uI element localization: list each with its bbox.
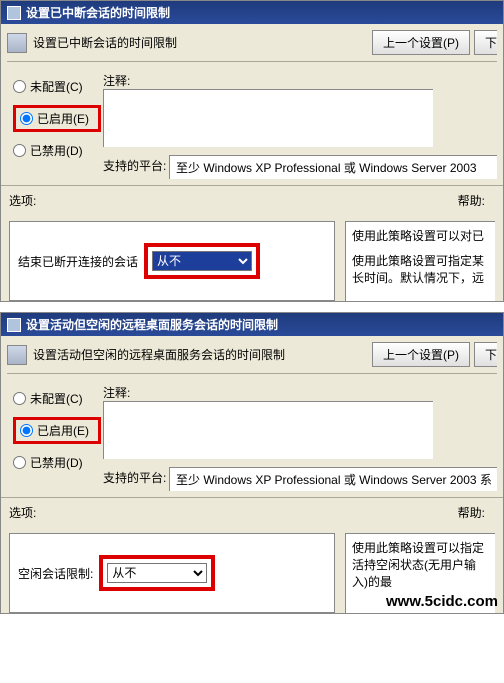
labels-band: 选项: 帮助:	[1, 497, 503, 527]
form-area: 注释: 支持的平台: 至少 Windows XP Professional 或 …	[103, 382, 497, 491]
help-label: 帮助:	[458, 192, 485, 209]
radio-group-state: 未配置(C) 已启用(E) 已禁用(D)	[13, 390, 101, 471]
radio-disabled-label: 已禁用(D)	[30, 454, 83, 471]
comment-label: 注释:	[103, 72, 169, 89]
options-pane: 结束已断开连接的会话 从不	[9, 221, 335, 301]
options-pane: 空闲会话限制: 从不	[9, 533, 335, 613]
selection-label: 选项:	[9, 504, 36, 521]
radio-enabled-input[interactable]	[20, 424, 33, 437]
radio-not-configured[interactable]: 未配置(C)	[13, 78, 101, 95]
header-row: 设置活动但空闲的远程桌面服务会话的时间限制 上一个设置(P) 下	[7, 342, 497, 367]
labels-band: 选项: 帮助:	[1, 185, 503, 215]
header-row: 设置已中断会话的时间限制 上一个设置(P) 下	[7, 30, 497, 55]
radio-enabled-highlight: 已启用(E)	[13, 417, 101, 444]
content-band: 结束已断开连接的会话 从不 使用此策略设置可以对已 使用此策略设置可指定某长时间…	[1, 215, 503, 301]
radio-enabled[interactable]: 已启用(E)	[20, 422, 89, 439]
radio-disabled[interactable]: 已禁用(D)	[13, 142, 101, 159]
title-bar[interactable]: 设置已中断会话的时间限制	[1, 1, 503, 24]
dialog-body: 设置已中断会话的时间限制 上一个设置(P) 下 未配置(C) 已启用(E) 已禁…	[1, 24, 503, 185]
comment-label: 注释:	[103, 384, 169, 401]
help-pane: 使用此策略设置可以对已 使用此策略设置可指定某长时间。默认情况下，远	[345, 221, 495, 301]
divider	[7, 373, 497, 374]
combo-highlight: 从不	[144, 243, 260, 279]
heading-text: 设置已中断会话的时间限制	[33, 34, 177, 51]
selection-label: 选项:	[9, 192, 36, 209]
radio-not-configured-label: 未配置(C)	[30, 390, 83, 407]
radio-not-configured-input[interactable]	[13, 392, 26, 405]
help-text-2: 使用此策略设置可指定某长时间。默认情况下，远	[352, 253, 489, 287]
radio-disabled-input[interactable]	[13, 144, 26, 157]
window-icon	[7, 6, 21, 20]
heading-text: 设置活动但空闲的远程桌面服务会话的时间限制	[33, 346, 285, 363]
radio-not-configured[interactable]: 未配置(C)	[13, 390, 101, 407]
platform-label: 支持的平台:	[103, 157, 169, 179]
end-disconnected-combo[interactable]: 从不	[152, 251, 252, 271]
radio-enabled-label: 已启用(E)	[37, 422, 89, 439]
idle-limit-combo[interactable]: 从不	[107, 563, 207, 583]
watermark: www.5cidc.com	[386, 593, 498, 610]
policy-icon	[7, 345, 27, 365]
help-text: 使用此策略设置可以指定活持空闲状态(无用户输入)的最	[352, 540, 489, 590]
radio-not-configured-label: 未配置(C)	[30, 78, 83, 95]
prev-setting-button[interactable]: 上一个设置(P)	[372, 30, 470, 55]
radio-enabled-label: 已启用(E)	[37, 110, 89, 127]
help-label: 帮助:	[458, 504, 485, 521]
title-text: 设置活动但空闲的远程桌面服务会话的时间限制	[26, 316, 278, 333]
platform-value: 至少 Windows XP Professional 或 Windows Ser…	[169, 467, 497, 491]
radio-disabled[interactable]: 已禁用(D)	[13, 454, 101, 471]
comment-textbox[interactable]	[103, 401, 433, 459]
radio-group-state: 未配置(C) 已启用(E) 已禁用(D)	[13, 78, 101, 159]
comment-textbox[interactable]	[103, 89, 433, 147]
title-text: 设置已中断会话的时间限制	[26, 4, 170, 21]
combo-highlight: 从不	[99, 555, 215, 591]
radio-disabled-input[interactable]	[13, 456, 26, 469]
radio-not-configured-input[interactable]	[13, 80, 26, 93]
idle-limit-label: 空闲会话限制:	[18, 565, 93, 582]
title-bar[interactable]: 设置活动但空闲的远程桌面服务会话的时间限制	[1, 313, 503, 336]
form-area: 注释: 支持的平台: 至少 Windows XP Professional 或 …	[103, 70, 497, 179]
prev-setting-button[interactable]: 上一个设置(P)	[372, 342, 470, 367]
dialog-idle-limit: 设置活动但空闲的远程桌面服务会话的时间限制 设置活动但空闲的远程桌面服务会话的时…	[0, 312, 504, 614]
dialog-body: 设置活动但空闲的远程桌面服务会话的时间限制 上一个设置(P) 下 未配置(C) …	[1, 336, 503, 497]
window-icon	[7, 318, 21, 332]
radio-enabled[interactable]: 已启用(E)	[20, 110, 89, 127]
radio-enabled-highlight: 已启用(E)	[13, 105, 101, 132]
end-disconnected-label: 结束已断开连接的会话	[18, 253, 138, 270]
next-setting-button[interactable]: 下	[474, 30, 497, 55]
policy-icon	[7, 33, 27, 53]
radio-enabled-input[interactable]	[20, 112, 33, 125]
divider	[7, 61, 497, 62]
platform-label: 支持的平台:	[103, 469, 169, 491]
next-setting-button[interactable]: 下	[474, 342, 497, 367]
platform-value: 至少 Windows XP Professional 或 Windows Ser…	[169, 155, 497, 179]
help-text-1: 使用此策略设置可以对已	[352, 228, 489, 245]
radio-disabled-label: 已禁用(D)	[30, 142, 83, 159]
dialog-disconnect-limit: 设置已中断会话的时间限制 设置已中断会话的时间限制 上一个设置(P) 下 未配置…	[0, 0, 504, 302]
